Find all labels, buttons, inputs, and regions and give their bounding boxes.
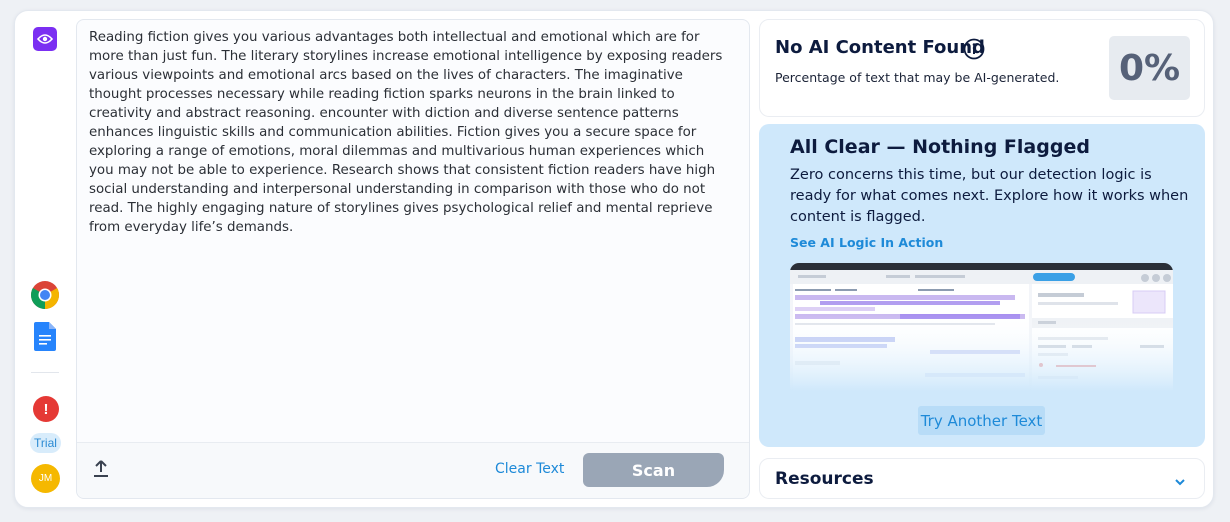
resources-section[interactable]: Resources: [759, 458, 1205, 499]
result-title: No AI Content Found: [775, 37, 985, 58]
trial-badge[interactable]: Trial: [30, 433, 61, 453]
editor-text[interactable]: Reading fiction gives you various advant…: [89, 28, 729, 237]
preview-screenshot-image: [790, 263, 1173, 391]
info-icon[interactable]: [963, 38, 985, 60]
result-card: No AI Content Found Percentage of text t…: [759, 19, 1205, 117]
ai-percentage: 0%: [1109, 36, 1190, 100]
all-clear-title: All Clear — Nothing Flagged: [790, 136, 1090, 158]
try-another-text-button[interactable]: Try Another Text: [918, 406, 1045, 435]
upload-icon[interactable]: [93, 460, 109, 478]
resources-title: Resources: [775, 469, 874, 489]
left-rail: ! Trial JM: [14, 10, 76, 508]
result-subtitle: Percentage of text that may be AI-genera…: [775, 70, 1060, 85]
chevron-down-icon[interactable]: [1174, 474, 1186, 486]
clear-text-button[interactable]: Clear Text: [495, 461, 564, 477]
text-editor[interactable]: Reading fiction gives you various advant…: [76, 19, 750, 499]
all-clear-body: Zero concerns this time, but our detecti…: [790, 167, 1189, 225]
google-docs-icon[interactable]: [34, 322, 56, 351]
all-clear-panel: All Clear — Nothing Flagged Zero concern…: [759, 124, 1205, 447]
ai-logic-link[interactable]: See AI Logic In Action: [790, 235, 943, 250]
editor-toolbar: Clear Text Scan: [77, 442, 749, 498]
scan-button[interactable]: Scan: [583, 453, 724, 487]
user-avatar[interactable]: JM: [31, 464, 60, 493]
alert-icon[interactable]: !: [33, 396, 59, 422]
chrome-icon[interactable]: [30, 280, 60, 310]
eye-logo-icon[interactable]: [33, 27, 57, 51]
rail-divider: [31, 372, 59, 373]
